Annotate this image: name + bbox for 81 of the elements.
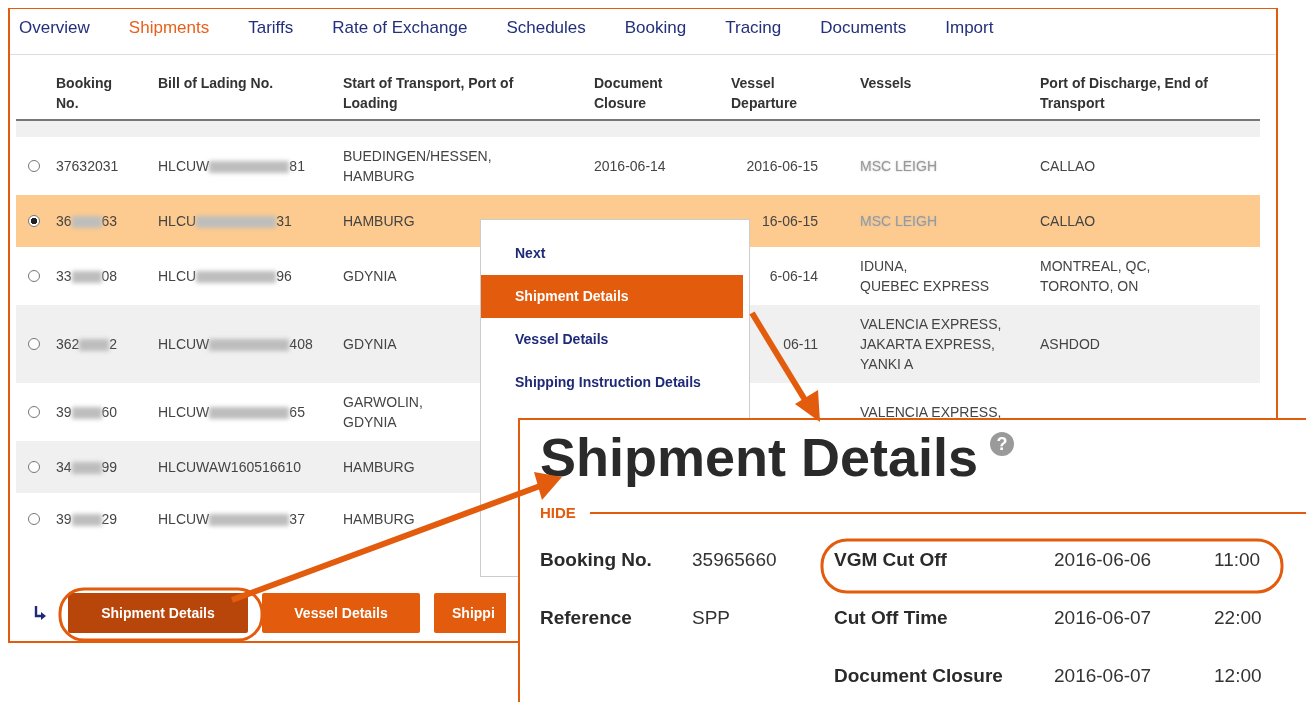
table-cell-text: HLCUWAW160516610 xyxy=(158,458,301,477)
field-label: Cut Off Time xyxy=(834,606,949,630)
action-button[interactable]: Vessel Details xyxy=(262,593,420,633)
column-header: Start of Transport, Port of Loading xyxy=(343,74,515,113)
table-cell-text: CALLAO xyxy=(1040,212,1096,231)
table-cell-text: HAMBURG xyxy=(343,510,415,529)
table-cell-text: VALENCIA EXPRESS, JAKARTA EXPRESS, YANKI A xyxy=(860,315,1002,374)
column-header: Booking No. xyxy=(56,74,113,113)
hide-link[interactable]: HIDE xyxy=(540,504,576,521)
nav-tab[interactable]: Documents xyxy=(820,18,907,54)
table-cell-text: 2016-06-15 xyxy=(746,157,819,176)
table-cell-text: HLCUW 37 xyxy=(158,510,305,529)
action-button[interactable]: Shipment Details xyxy=(68,593,248,633)
table-cell-text: GDYNIA xyxy=(343,335,397,354)
column-header: Document Closure xyxy=(594,74,664,113)
column-header: Port of Discharge, End of Transport xyxy=(1040,74,1209,113)
radio-button[interactable] xyxy=(28,513,40,525)
table-cell-text: HLCU 96 xyxy=(158,267,292,286)
nav-tab[interactable]: Overview xyxy=(19,18,90,54)
column-header: Vessels xyxy=(860,74,913,93)
nav-tab[interactable]: Shipments xyxy=(128,18,210,54)
field-time: 12:00 xyxy=(1214,664,1263,688)
panel-title: Shipment Details xyxy=(540,426,979,489)
table-cell-text: GDYNIA xyxy=(343,267,397,286)
table-cell-text: 36 63 xyxy=(56,212,118,231)
table-cell-text: BUEDINGEN/HESSEN, HAMBURG xyxy=(343,147,492,186)
table-cell-text: HAMBURG xyxy=(343,212,415,231)
radio-button[interactable] xyxy=(28,270,40,282)
radio-button[interactable] xyxy=(28,406,40,418)
table-cell-text: 33 08 xyxy=(56,267,118,286)
table-cell-text: ASHDOD xyxy=(1040,335,1100,354)
table-cell-text: HLCUW 408 xyxy=(158,335,313,354)
field-date: 2016-06-06 xyxy=(1054,548,1153,572)
table-cell-text: CALLAO xyxy=(1040,157,1096,176)
action-button[interactable]: Shippi xyxy=(434,593,506,633)
table-cell-text: HAMBURG xyxy=(343,458,415,477)
radio-button[interactable] xyxy=(28,160,40,172)
radio-button[interactable] xyxy=(28,338,40,350)
field-time: 22:00 xyxy=(1214,606,1263,630)
field-label: Document Closure xyxy=(834,664,1004,688)
field-value: SPP xyxy=(692,606,732,630)
field-label: Reference xyxy=(540,606,633,630)
menu-item[interactable]: Shipment Details xyxy=(481,275,743,318)
table-cell-text: VALENCIA EXPRESS, xyxy=(860,403,1002,422)
table-cell-text: 37632031 xyxy=(56,157,119,176)
table-cell-text: MONTREAL, QC, TORONTO, ON xyxy=(1040,257,1151,296)
radio-button[interactable] xyxy=(28,215,40,227)
nav-tab[interactable]: Booking xyxy=(624,18,687,54)
radio-button[interactable] xyxy=(28,461,40,473)
menu-item[interactable]: Shipping Instruction Details xyxy=(481,361,743,404)
nav-tab[interactable]: Tariffs xyxy=(248,18,294,54)
menu-item[interactable]: Next xyxy=(481,232,743,275)
table-cell-text: HLCU 31 xyxy=(158,212,292,231)
field-value: 35965660 xyxy=(692,548,778,572)
table-cell-text: HLCUW 65 xyxy=(158,403,305,422)
nav-tab[interactable]: Schedules xyxy=(506,18,586,54)
corner-arrow-icon xyxy=(34,606,46,620)
table-cell-text: IDUNA, QUEBEC EXPRESS xyxy=(860,257,990,296)
table-cell-text: GARWOLIN, GDYNIA xyxy=(343,393,423,432)
nav-tab[interactable]: Rate of Exchange xyxy=(332,18,468,54)
table-cell-text: 16-06-15 xyxy=(761,212,819,231)
table-cell-text: 39 60 xyxy=(56,403,118,422)
column-header: Vessel Departure xyxy=(731,74,799,113)
nav-tab[interactable]: Import xyxy=(945,18,994,54)
table-cell-text: MSC LEIGH xyxy=(860,157,937,176)
table-cell-text: 06-11 xyxy=(783,335,819,354)
table-cell-text: 2016-06-14 xyxy=(594,157,666,176)
table-cell-text: MSC LEIGH xyxy=(860,212,937,231)
field-time: 11:00 xyxy=(1214,548,1262,572)
column-header: Bill of Lading No. xyxy=(158,74,275,93)
table-cell-text: 34 99 xyxy=(56,458,118,477)
table-cell-text: 362 2 xyxy=(56,335,118,354)
table-cell-text: 6-06-14 xyxy=(769,267,819,286)
table-cell-text: HLCUW 81 xyxy=(158,157,305,176)
table-cell-text: 39 29 xyxy=(56,510,118,529)
field-date: 2016-06-07 xyxy=(1054,606,1153,630)
field-label: Booking No. xyxy=(540,548,653,572)
menu-item[interactable]: Vessel Details xyxy=(481,318,743,361)
field-label: VGM Cut Off xyxy=(834,548,948,572)
nav-tab[interactable]: Tracing xyxy=(725,18,782,54)
field-date: 2016-06-07 xyxy=(1054,664,1153,688)
